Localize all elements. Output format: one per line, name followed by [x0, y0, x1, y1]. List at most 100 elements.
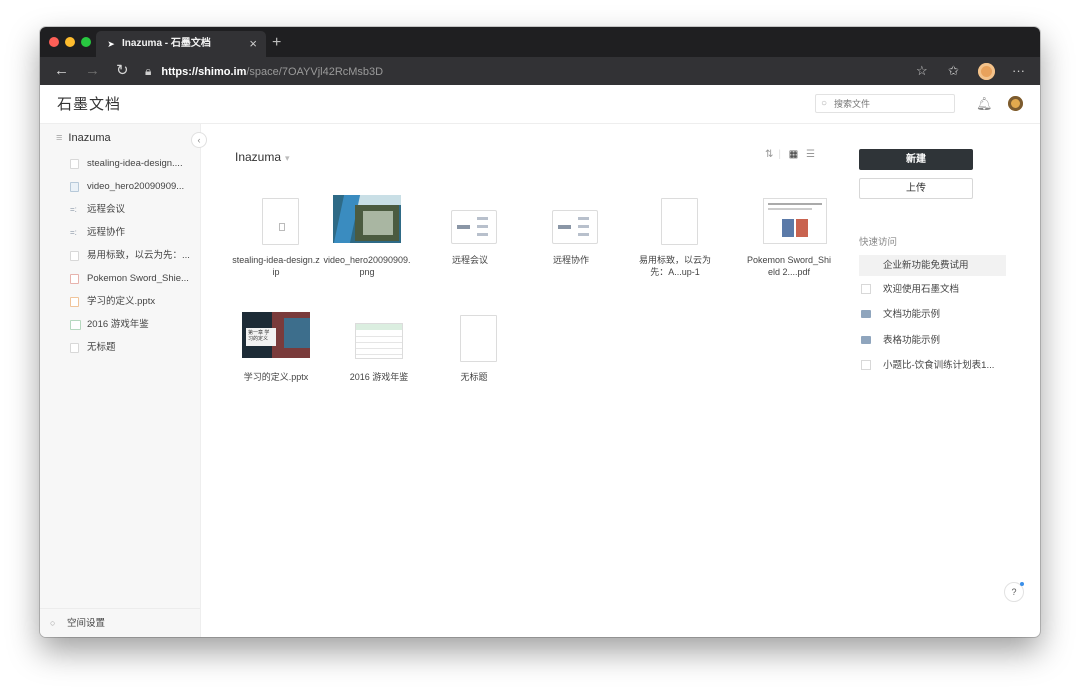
notification-bell-icon[interactable]: 🔔︎ [976, 85, 993, 123]
menu-icon: ≡ [56, 132, 63, 144]
app-header: 石墨文档 ○ 🔔︎ [40, 85, 1040, 124]
pdf-thumbnail [755, 195, 827, 249]
breadcrumb[interactable]: Inazuma ▾ [235, 150, 290, 164]
sort-icon[interactable]: ⇅ [765, 149, 773, 160]
back-icon[interactable]: ← [54, 57, 69, 85]
quick-access-item-sheet-examples[interactable]: 表格功能示例 [859, 330, 1006, 351]
app-logo[interactable]: 石墨文档 [57, 85, 121, 123]
close-window-button[interactable] [49, 37, 59, 47]
list-view-icon[interactable]: ☰ [806, 149, 815, 160]
quick-access-item-training-sheet[interactable]: 小题比-饮食训练计划表1... [859, 355, 1006, 376]
image-icon [70, 182, 79, 192]
file-card-mindmap-1[interactable]: 远程会议 [426, 195, 514, 285]
file-name: 远程协作 [552, 255, 589, 265]
file-card-pdf[interactable]: Pokemon Sword_Shield 2....pdf [745, 195, 833, 285]
browser-tab[interactable]: ➤ Inazuma - 石墨文档 × [96, 31, 266, 57]
quick-access-label: 企业新功能免费试用 [883, 260, 969, 271]
grid-view-icon[interactable]: ▦ [789, 149, 798, 160]
mindmap-icon: =: [70, 228, 77, 237]
url-scheme: https:// [161, 66, 199, 78]
file-name: 易用标致，以云为先：A...up-1 [638, 255, 711, 277]
file-card-sheet[interactable]: 2016 游戏年鉴 [335, 312, 423, 392]
search-box[interactable]: ○ [815, 94, 955, 113]
ppt-preview: 第一章 学习的定义 [242, 312, 310, 358]
minimize-window-button[interactable] [65, 37, 75, 47]
image-preview [333, 195, 401, 243]
quick-access-item-doc-examples[interactable]: 文档功能示例 [859, 304, 1006, 325]
image-thumbnail [333, 195, 401, 249]
mindmap-icon: =: [70, 205, 77, 214]
sidebar: ≡ Inazuma stealing-idea-design.... video_… [40, 124, 201, 637]
doc-thumbnail [641, 195, 709, 249]
help-button[interactable]: ? [1004, 582, 1024, 602]
quick-access-label: 文档功能示例 [883, 309, 941, 320]
ppt-thumbnail: 第一章 学习的定义 [242, 312, 310, 366]
user-avatar[interactable] [1008, 96, 1023, 111]
file-name: video_hero20090909.png [323, 255, 411, 277]
folder-icon [861, 310, 871, 318]
sidebar-space-title[interactable]: ≡ Inazuma [56, 132, 111, 144]
file-card-image[interactable]: video_hero20090909.png [323, 195, 411, 285]
tab-title: Inazuma - 石墨文档 [122, 38, 211, 49]
favorite-star-icon[interactable]: ☆ [916, 57, 928, 85]
sidebar-item-label: 2016 游戏年鉴 [87, 319, 149, 330]
tab-close-icon[interactable]: × [249, 31, 257, 57]
file-name: 远程会议 [451, 255, 488, 265]
space-settings-label: 空间设置 [67, 618, 106, 629]
address-bar[interactable]: 🔒︎ https://shimo.im/space/7OAYVjl42RcMsb3… [145, 57, 383, 86]
lock-icon: 🔒︎ [145, 64, 152, 78]
new-button[interactable]: 新建 [859, 149, 973, 170]
title-bar: ➤ Inazuma - 石墨文档 × + [40, 27, 1040, 57]
settings-icon: ○ [50, 618, 56, 628]
sheet-preview [355, 323, 403, 359]
sidebar-item-label: stealing-idea-design.... [87, 158, 183, 169]
file-name: 2016 游戏年鉴 [349, 372, 409, 382]
file-card-mindmap-2[interactable]: 远程协作 [527, 195, 615, 285]
chevron-down-icon: ▾ [285, 153, 290, 163]
sheet-icon [861, 360, 871, 370]
mindmap-icon [552, 210, 598, 244]
favorites-list-icon[interactable]: ✩ [948, 57, 959, 85]
quick-access-item-welcome[interactable]: 欢迎使用石墨文档 [859, 279, 1006, 300]
file-card-doc[interactable]: 易用标致，以云为先：A...up-1 [631, 195, 719, 285]
reload-icon[interactable]: ↻ [116, 57, 129, 85]
space-title-label: Inazuma [68, 132, 111, 144]
file-card-ppt[interactable]: 第一章 学习的定义 学习的定义.pptx [232, 312, 320, 392]
quick-access-label: 欢迎使用石墨文档 [883, 284, 960, 295]
quick-access-label: 表格功能示例 [883, 335, 941, 346]
file-card-untitled[interactable]: 无标题 [430, 312, 518, 392]
url-host: shimo.im [198, 66, 247, 78]
doc-icon [70, 251, 79, 261]
upload-button[interactable]: 上传 [859, 178, 973, 199]
quick-access-title: 快速访问 [859, 237, 898, 248]
forward-icon[interactable]: → [85, 57, 100, 85]
sheet-icon [70, 320, 81, 330]
zip-clasp [279, 223, 285, 231]
zip-file-icon [262, 198, 299, 245]
sidebar-item-label: 远程会议 [87, 204, 126, 215]
browser-profile-avatar[interactable] [978, 63, 995, 80]
file-card-zip[interactable]: stealing-idea-design.zip [232, 195, 320, 285]
pdf-preview [763, 198, 827, 244]
more-menu-icon[interactable]: ··· [1012, 57, 1025, 85]
divider: | [778, 149, 781, 160]
shimo-favicon-icon: ➤ [107, 39, 115, 49]
sidebar-item-label: 远程协作 [87, 227, 126, 238]
sidebar-item-label: Pokemon Sword_Shie... [87, 273, 189, 284]
space-settings[interactable]: ○ 空间设置 [40, 608, 200, 637]
quick-access-item-enterprise-trial[interactable]: 企业新功能免费试用 [859, 255, 1006, 276]
file-name: Pokemon Sword_Shield 2....pdf [746, 255, 832, 277]
maximize-window-button[interactable] [81, 37, 91, 47]
collapse-sidebar-button[interactable]: ‹ [191, 132, 207, 148]
quick-access-label: 小题比-饮食训练计划表1... [883, 360, 995, 371]
address-toolbar: ← → ↻ 🔒︎ https://shimo.im/space/7OAYVjl42… [40, 57, 1040, 85]
file-name: 学习的定义.pptx [243, 372, 309, 382]
doc-icon [70, 343, 79, 353]
new-tab-button[interactable]: + [272, 31, 281, 55]
search-input[interactable] [834, 96, 949, 111]
doc-thumbnail [440, 312, 508, 366]
file-name: 无标题 [460, 372, 488, 382]
sidebar-item-label: 学习的定义.pptx [87, 296, 156, 307]
notification-dot [1020, 582, 1024, 586]
sidebar-item-label: 易用标致，以云为先：... [87, 250, 190, 261]
